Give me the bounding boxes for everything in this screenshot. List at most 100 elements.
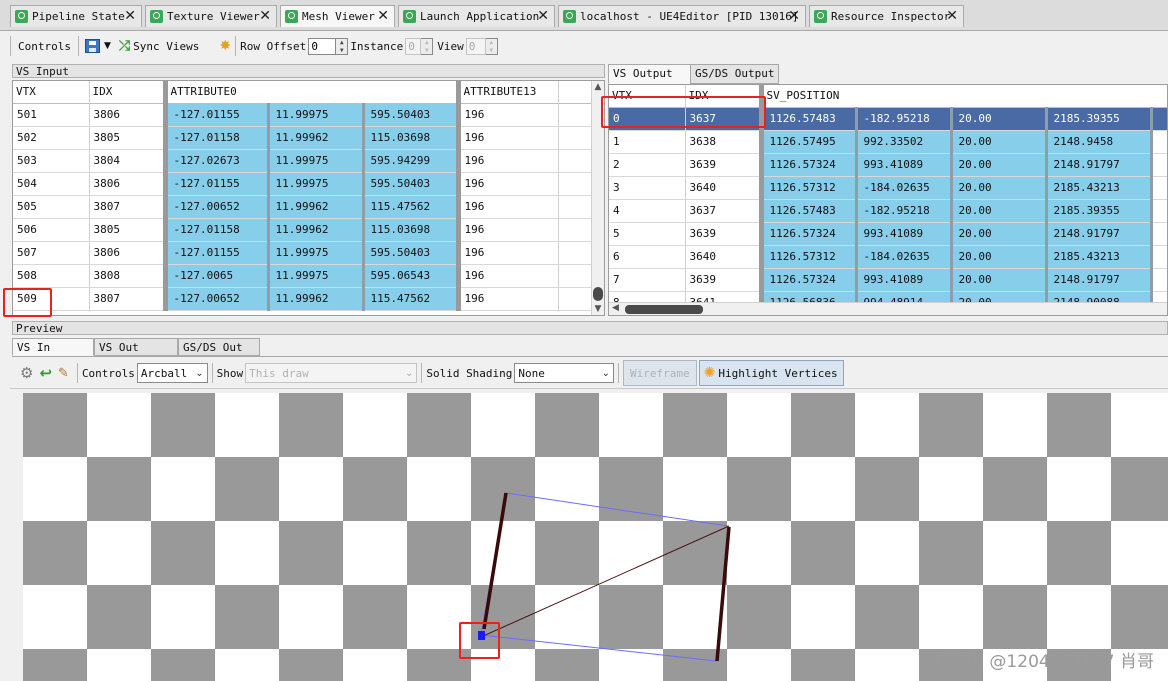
table-row[interactable]: 4 3637 1126.57483 -182.95218 20.00 2185.39355 [609,199,1167,223]
view-stepper[interactable]: ▲ ▼ [485,37,498,55]
table-cell[interactable]: -127.02673 [162,149,270,173]
table-cell[interactable]: 115.47562 [363,287,460,311]
chevron-down-icon[interactable]: ▼ [104,41,111,51]
scroll-down-icon[interactable]: ▼ [592,304,604,314]
scroll-left-icon[interactable]: ◀ [612,303,619,313]
table-cell[interactable]: 3640 [685,245,762,269]
table-cell[interactable]: 507 [13,241,90,265]
close-icon[interactable]: ✕ [946,8,958,24]
table-cell[interactable]: 3639 [685,222,762,246]
table-cell[interactable]: 3639 [685,268,762,292]
table-cell[interactable]: 3640 [685,176,762,200]
column-header[interactable]: ATTRIBUTE0 [162,81,459,104]
eyedropper-icon[interactable]: ✎ [58,366,69,381]
table-cell[interactable]: 11.99975 [268,103,365,127]
table-cell[interactable]: 505 [13,195,90,219]
table-cell[interactable]: 2148.91797 [1046,222,1153,246]
table-cell[interactable]: -127.01155 [162,241,270,265]
table-cell[interactable]: -182.95218 [856,199,953,223]
table-row[interactable]: 501 3806 -127.01155 11.99975 595.50403 196 [13,103,592,127]
table-cell[interactable]: 3806 [89,172,166,196]
table-cell[interactable]: -182.95218 [856,107,953,131]
vertical-scrollbar[interactable]: ▲ ▼ [591,81,604,315]
table-cell[interactable]: 20.00 [951,130,1048,154]
column-header[interactable]: IDX [685,85,762,108]
instance-input[interactable] [405,37,422,55]
table-cell[interactable]: 3 [609,176,686,200]
table-cell[interactable]: 196 [455,264,559,288]
table-cell[interactable]: 11.99962 [268,287,365,311]
tab-resource-inspector[interactable]: Resource Inspector ✕ [809,5,964,27]
mesh-preview-viewport[interactable]: CSDN @1204157137 肖哥 [23,393,1168,681]
preview-canvas[interactable] [23,393,1168,681]
table-cell[interactable]: 20.00 [951,176,1048,200]
table-row[interactable]: 502 3805 -127.01158 11.99962 115.03698 196 [13,126,592,150]
reset-camera-icon[interactable]: ↩ [39,364,52,382]
table-cell[interactable]: 509 [13,287,90,311]
row-offset-stepper[interactable]: ▲ ▼ [336,37,349,55]
table-cell[interactable]: 20.00 [951,153,1048,177]
table-cell[interactable]: 3807 [89,195,166,219]
table-cell[interactable]: 196 [455,126,559,150]
close-icon[interactable]: ✕ [259,8,271,24]
table-cell[interactable]: 1126.57324 [758,153,858,177]
table-cell[interactable]: -127.01158 [162,218,270,242]
tab-texture-viewer[interactable]: Texture Viewer ✕ [145,5,277,27]
table-cell[interactable]: 196 [455,103,559,127]
table-cell[interactable]: 115.03698 [363,126,460,150]
table-cell[interactable]: 595.06543 [363,264,460,288]
table-cell[interactable]: 20.00 [951,268,1048,292]
tab-ue4editor-capture[interactable]: localhost - UE4Editor [PID 13016] ✕ [558,5,806,27]
scroll-thumb[interactable] [593,287,603,301]
horizontal-scrollbar[interactable]: ◀ [609,302,1167,315]
table-cell[interactable]: 1126.57312 [758,245,858,269]
row-offset-input[interactable] [308,37,337,55]
table-cell[interactable]: 11.99975 [268,264,365,288]
table-cell[interactable]: -127.01155 [162,172,270,196]
table-cell[interactable]: 3808 [89,264,166,288]
table-cell[interactable]: 1126.57483 [758,107,858,131]
gear-icon[interactable]: ⚙ [20,364,33,382]
table-cell[interactable]: 3807 [89,287,166,311]
table-cell[interactable]: 2 [609,153,686,177]
close-icon[interactable]: ✕ [377,8,389,24]
table-cell[interactable]: 506 [13,218,90,242]
column-header[interactable]: IDX [89,81,166,104]
table-cell[interactable]: 196 [455,195,559,219]
table-cell[interactable]: 115.03698 [363,218,460,242]
table-cell[interactable]: 3805 [89,126,166,150]
tab-pipeline-state[interactable]: Pipeline State ✕ [10,5,142,27]
table-row[interactable]: 505 3807 -127.00652 11.99962 115.47562 196 [13,195,592,219]
close-icon[interactable]: ✕ [537,8,549,24]
table-row[interactable]: 503 3804 -127.02673 11.99975 595.94299 196 [13,149,592,173]
table-cell[interactable]: 1126.57495 [758,130,858,154]
table-row[interactable]: 5 3639 1126.57324 993.41089 20.00 2148.91797 [609,222,1167,246]
table-cell[interactable]: 3637 [685,107,762,131]
table-cell[interactable]: 4 [609,199,686,223]
table-row[interactable]: 509 3807 -127.00652 11.99962 115.47562 196 [13,287,592,311]
table-cell[interactable]: 3804 [89,149,166,173]
tab-launch-application[interactable]: Launch Application ✕ [398,5,555,27]
tab-gsds-out[interactable]: GS/DS Out [178,338,260,356]
table-cell[interactable]: 502 [13,126,90,150]
table-cell[interactable]: 503 [13,149,90,173]
column-header[interactable]: VTX [13,81,90,104]
table-cell[interactable]: 595.50403 [363,172,460,196]
table-row[interactable]: 6 3640 1126.57312 -184.02635 20.00 2185.43213 [609,245,1167,269]
tab-vs-out[interactable]: VS Out [94,338,178,356]
table-cell[interactable]: 3638 [685,130,762,154]
column-header[interactable]: SV_POSITION [758,85,1167,108]
table-cell[interactable]: 0 [609,107,686,131]
table-cell[interactable]: 2185.39355 [1046,107,1153,131]
table-row[interactable]: 1 3638 1126.57495 992.33502 20.00 2148.9458 [609,130,1167,154]
table-cell[interactable]: 20.00 [951,107,1048,131]
highlight-vertices-button[interactable]: ✺ Highlight Vertices [698,360,845,386]
table-cell[interactable]: 196 [455,149,559,173]
wireframe-button[interactable]: Wireframe [622,360,697,386]
table-cell[interactable]: 6 [609,245,686,269]
table-cell[interactable]: 196 [455,241,559,265]
table-cell[interactable]: 20.00 [951,222,1048,246]
table-row[interactable]: 0 3637 1126.57483 -182.95218 20.00 2185.39355 [609,107,1167,131]
sync-views-button[interactable]: Sync Views [133,40,199,53]
table-cell[interactable]: 595.50403 [363,241,460,265]
